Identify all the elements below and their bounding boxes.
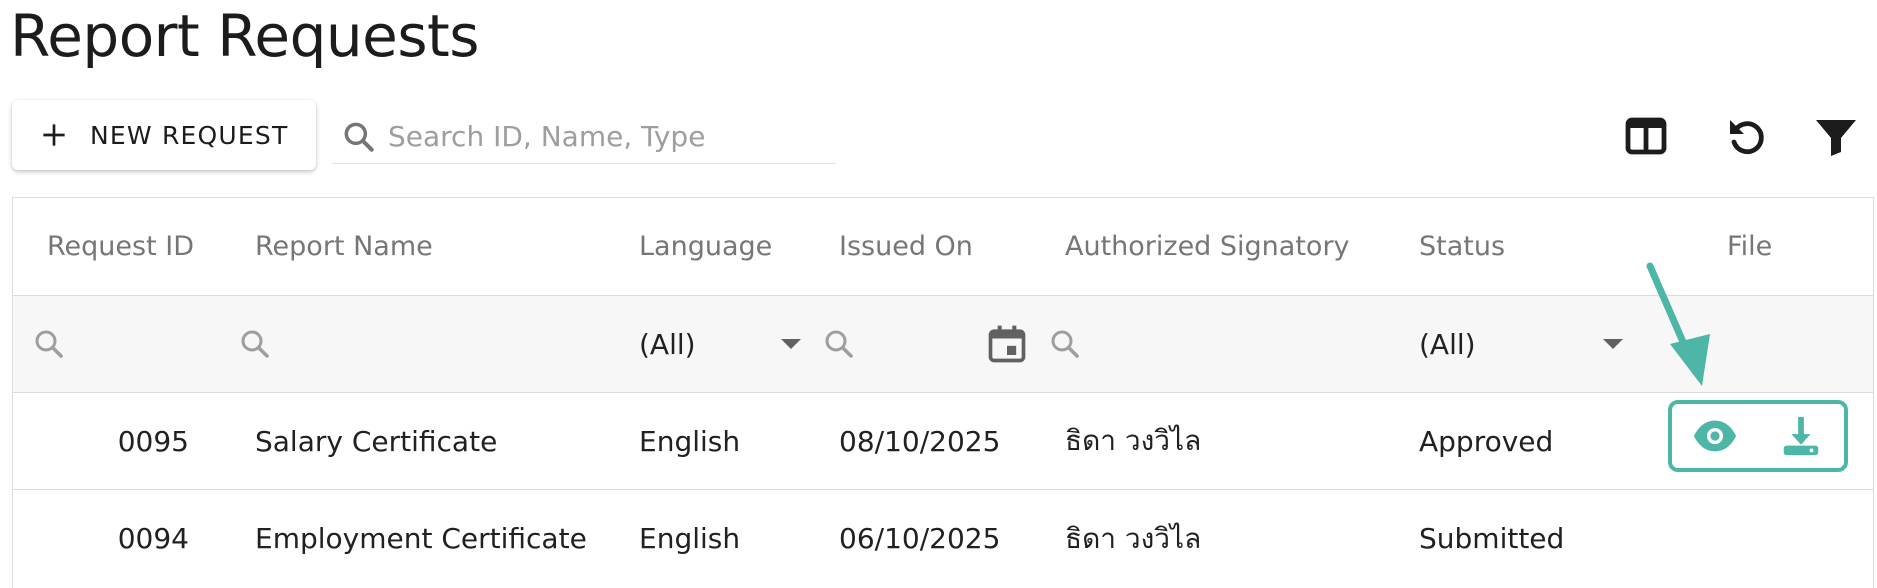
refresh-icon[interactable] xyxy=(1722,112,1770,160)
chevron-down-icon xyxy=(1603,339,1623,349)
calendar-button[interactable] xyxy=(985,296,1029,392)
filter-status-value: (All) xyxy=(1419,327,1476,361)
search-icon xyxy=(35,330,63,358)
new-request-button[interactable]: NEW REQUEST xyxy=(12,100,316,170)
filter-status-select[interactable]: (All) xyxy=(1419,296,1633,392)
column-header-issued-on[interactable]: Issued On xyxy=(839,198,973,295)
filter-icon[interactable] xyxy=(1812,112,1860,160)
filter-request-id[interactable] xyxy=(31,296,67,392)
cell-authorized-signatory: ธิดา วงวิไล xyxy=(1065,521,1202,555)
view-file-icon[interactable] xyxy=(1692,413,1738,459)
cell-report-name: Salary Certificate xyxy=(255,424,498,458)
file-actions-highlight xyxy=(1668,400,1848,472)
table-header-row: Request ID Report Name Language Issued O… xyxy=(13,198,1873,296)
search-icon xyxy=(241,330,269,358)
chevron-down-icon xyxy=(781,339,801,349)
column-header-authorized-signatory[interactable]: Authorized Signatory xyxy=(1065,198,1350,295)
column-header-file[interactable]: File xyxy=(1727,198,1772,295)
search-icon xyxy=(344,122,374,152)
cell-language: English xyxy=(639,424,741,458)
table-row[interactable]: 0094 Employment Certificate English 06/1… xyxy=(13,490,1873,587)
page-title: Report Requests xyxy=(10,2,480,70)
filter-row: (All) (All) xyxy=(13,296,1873,393)
search-icon xyxy=(1051,330,1079,358)
column-header-report-name[interactable]: Report Name xyxy=(255,198,433,295)
plus-icon xyxy=(43,124,65,146)
search-icon xyxy=(825,330,853,358)
search-input[interactable] xyxy=(388,120,828,153)
calendar-icon xyxy=(988,325,1026,363)
cell-report-name: Employment Certificate xyxy=(255,522,587,555)
cell-authorized-signatory: ธิดา วงวิไล xyxy=(1065,424,1202,457)
cell-request-id: 0095 xyxy=(117,424,189,458)
cell-status: Approved xyxy=(1419,424,1554,458)
column-header-status[interactable]: Status xyxy=(1419,198,1505,295)
cell-status: Submitted xyxy=(1419,522,1565,555)
new-request-label: NEW REQUEST xyxy=(90,120,289,150)
requests-table: Request ID Report Name Language Issued O… xyxy=(12,197,1874,588)
cell-issued-on: 06/10/2025 xyxy=(839,522,1001,555)
filter-issued-on[interactable] xyxy=(821,296,857,392)
column-header-request-id[interactable]: Request ID xyxy=(47,198,194,295)
filter-authorized-signatory[interactable] xyxy=(1047,296,1083,392)
filter-report-name[interactable] xyxy=(237,296,273,392)
search-box xyxy=(332,110,836,164)
download-file-icon[interactable] xyxy=(1778,413,1824,459)
column-header-language[interactable]: Language xyxy=(639,198,772,295)
filter-language-value: (All) xyxy=(639,327,696,361)
column-chooser-icon[interactable] xyxy=(1622,112,1670,160)
cell-language: English xyxy=(639,522,741,555)
filter-language-select[interactable]: (All) xyxy=(639,296,809,392)
cell-issued-on: 08/10/2025 xyxy=(839,424,1001,458)
cell-request-id: 0094 xyxy=(117,522,189,555)
table-row[interactable]: 0095 Salary Certificate English 08/10/20… xyxy=(13,393,1873,490)
